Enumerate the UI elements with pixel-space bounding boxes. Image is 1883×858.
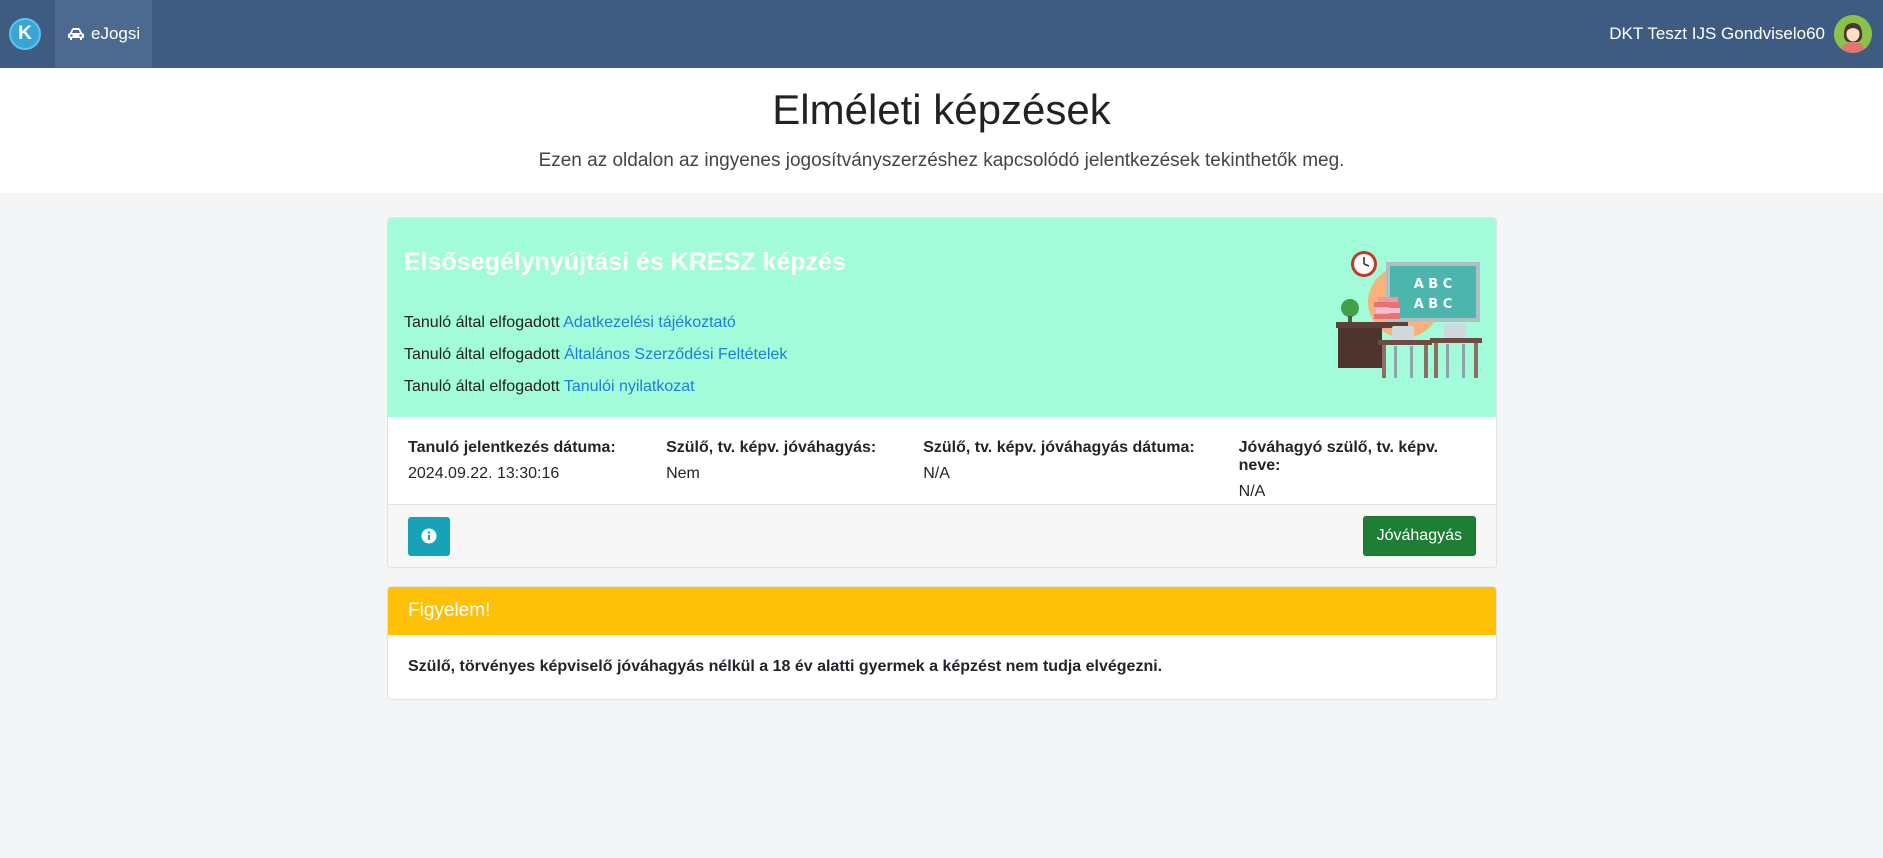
detail-value: N/A [923, 465, 950, 482]
page-header: Elméleti képzések Ezen az oldalon az ing… [0, 68, 1883, 193]
approve-button[interactable]: Jóváhagyás [1362, 516, 1476, 556]
board-line-2: A B C [1414, 297, 1453, 312]
avatar-icon [1834, 15, 1872, 53]
nav-item-ejogsi[interactable]: eJogsi [55, 0, 153, 68]
user-name[interactable]: DKT Teszt IJS Gondviselo60 [1609, 24, 1825, 44]
detail-parent-approval-date: Szülő, tv. képv. jóváhagyás dátuma: N/A [923, 439, 1238, 482]
detail-application-date: Tanuló jelentkezés dátuma: 2024.09.22. 1… [408, 439, 666, 482]
user-avatar[interactable] [1834, 15, 1872, 53]
accepted-prefix: Tanuló által elfogadott [404, 378, 560, 395]
course-banner: Elsősegélynyújtási és KRESZ képzés Tanul… [388, 218, 1496, 417]
detail-parent-approval: Szülő, tv. képv. jóváhagyás: Nem [666, 439, 923, 482]
app-logo[interactable]: K [9, 18, 41, 50]
nav-item-label: eJogsi [91, 24, 141, 43]
accepted-terms-line: Tanuló által elfogadott Általános Szerző… [404, 346, 1480, 364]
warning-title: Figyelem! [388, 587, 1496, 635]
user-menu[interactable]: DKT Teszt IJS Gondviselo60 [1609, 15, 1872, 53]
detail-label: Tanuló jelentkezés dátuma: [408, 439, 616, 456]
detail-value: Nem [666, 465, 700, 482]
privacy-policy-link[interactable]: Adatkezelési tájékoztató [563, 314, 736, 331]
car-icon [68, 28, 84, 40]
classroom-illustration: A B C A B C [1336, 251, 1482, 378]
detail-approver-name: Jóváhagyó szülő, tv. képv. neve: N/A [1238, 439, 1476, 500]
course-title: Elsősegélynyújtási és KRESZ képzés [404, 248, 846, 276]
course-card: Elsősegélynyújtási és KRESZ képzés Tanul… [387, 217, 1497, 568]
content-container: Elsősegélynyújtási és KRESZ képzés Tanul… [387, 217, 1497, 700]
accepted-prefix: Tanuló által elfogadott [404, 346, 560, 363]
accepted-privacy-line: Tanuló által elfogadott Adatkezelési táj… [404, 314, 1480, 332]
application-details: Tanuló jelentkezés dátuma: 2024.09.22. 1… [388, 417, 1496, 505]
info-circle-icon [421, 528, 437, 544]
page-title: Elméleti képzések [772, 86, 1111, 133]
warning-message: Szülő, törvényes képviselő jóváhagyás né… [408, 658, 1163, 675]
detail-label: Szülő, tv. képv. jóváhagyás dátuma: [923, 439, 1195, 456]
info-button[interactable] [408, 516, 450, 556]
page-subtitle: Ezen az oldalon az ingyenes jogosítványs… [538, 150, 1345, 171]
warning-card: Figyelem! Szülő, törvényes képviselő jóv… [387, 586, 1497, 700]
detail-label: Szülő, tv. képv. jóváhagyás: [666, 439, 877, 456]
detail-label: Jóváhagyó szülő, tv. képv. neve: [1238, 439, 1439, 474]
detail-value: 2024.09.22. 13:30:16 [408, 465, 560, 482]
top-navbar: K eJogsi DKT Teszt IJS Gondviselo60 [0, 0, 1883, 68]
detail-value: N/A [1238, 483, 1266, 500]
board-line-1: A B C [1414, 277, 1453, 292]
course-card-footer: Jóváhagyás [388, 505, 1496, 567]
terms-link[interactable]: Általános Szerződési Feltételek [564, 346, 787, 363]
accepted-prefix: Tanuló által elfogadott [404, 314, 560, 331]
student-statement-link[interactable]: Tanulói nyilatkozat [564, 378, 695, 395]
accepted-statement-line: Tanuló által elfogadott Tanulói nyilatko… [404, 378, 1480, 396]
